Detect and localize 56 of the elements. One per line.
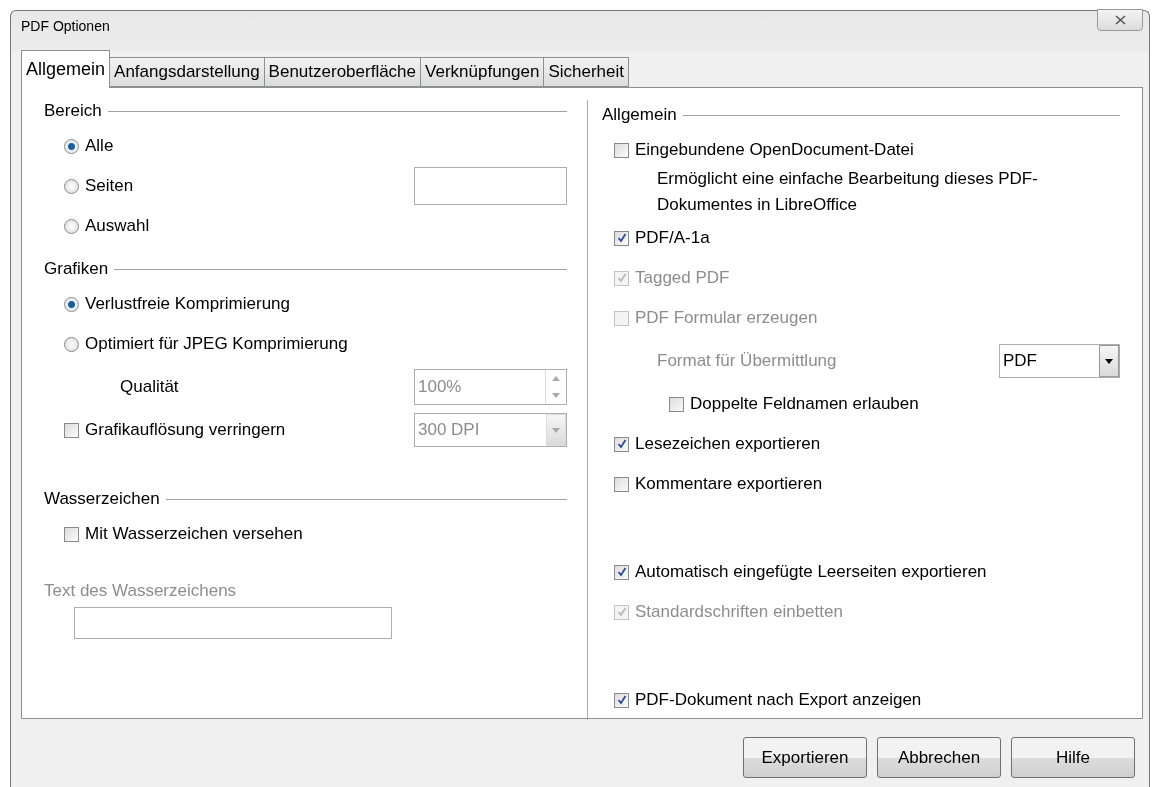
checkbox[interactable] <box>614 564 629 580</box>
checkbox[interactable] <box>614 476 629 492</box>
section-heading: Grafiken <box>44 259 109 279</box>
checkbox-label: Doppelte Feldnamen erlauben <box>690 394 919 414</box>
spin-down-icon <box>552 393 560 398</box>
window-title: PDF Optionen <box>21 18 110 34</box>
dialog-button[interactable]: Exportieren <box>743 737 867 778</box>
radio-label: Auswahl <box>85 216 150 236</box>
checkbox-label: Eingebundene OpenDocument-Datei <box>635 140 914 160</box>
field-label: Text des Wasserzeichens <box>44 581 237 601</box>
tab[interactable]: Anfangsdarstellung <box>109 57 265 87</box>
checkbox[interactable] <box>614 692 629 708</box>
dropdown-arrow-icon <box>552 427 560 433</box>
checkbox[interactable] <box>669 396 684 412</box>
spin-up-icon <box>552 376 560 381</box>
dropdown-arrow-icon <box>1105 358 1113 364</box>
description-text: Ermöglicht eine einfache Bearbeitung dieses PDF-Dokumentes in LibreOffice <box>656 168 1039 216</box>
watermark-text-field[interactable] <box>74 607 392 639</box>
checkbox-label: PDF/A-1a <box>635 228 710 248</box>
tab[interactable]: Verknüpfungen <box>420 57 545 87</box>
radio-label: Seiten <box>85 176 134 196</box>
radio-button[interactable] <box>64 336 79 352</box>
format-label: Format für Übermittlung <box>657 351 837 371</box>
checkbox-label: Mit Wasserzeichen versehen <box>85 524 303 544</box>
close-icon <box>1114 15 1126 25</box>
radio-label: Optimiert für JPEG Komprimierung <box>85 334 348 354</box>
checkbox[interactable] <box>64 422 79 438</box>
radio-button[interactable] <box>64 218 79 234</box>
checkbox-label: Standardschriften einbetten <box>635 602 843 622</box>
dialog-button[interactable]: Abbrechen <box>877 737 1001 778</box>
checkbox-label: PDF Formular erzeugen <box>635 308 818 328</box>
checkbox-label: Lesezeichen exportieren <box>635 434 821 454</box>
checkbox-label: PDF-Dokument nach Export anzeigen <box>635 690 922 710</box>
checkbox-label: Tagged PDF <box>635 268 730 288</box>
checkbox[interactable] <box>614 142 629 158</box>
quality-label: Qualität <box>119 377 179 397</box>
close-button[interactable] <box>1097 9 1143 31</box>
radio-button[interactable] <box>64 178 79 194</box>
tab[interactable]: Sicherheit <box>543 57 630 87</box>
radio-button[interactable] <box>64 296 79 312</box>
pages-field[interactable] <box>414 167 567 205</box>
radio-label: Alle <box>85 136 114 156</box>
tab[interactable]: Allgemein <box>21 50 111 88</box>
section-heading: Bereich <box>44 101 102 121</box>
checkbox[interactable] <box>614 436 629 452</box>
radio-button[interactable] <box>64 138 79 154</box>
checkbox-label: Automatisch eingefügte Leerseiten exportieren <box>635 562 987 582</box>
section-heading: Wasserzeichen <box>44 489 160 509</box>
dialog-button[interactable]: Hilfe <box>1011 737 1135 778</box>
tab[interactable]: Benutzeroberfläche <box>263 57 422 87</box>
checkbox[interactable] <box>614 230 629 246</box>
radio-label: Verlustfreie Komprimierung <box>85 294 291 314</box>
checkbox-label: Grafikauflösung verringern <box>85 420 286 440</box>
checkbox[interactable] <box>64 526 79 542</box>
section-heading: Allgemein <box>602 105 677 125</box>
checkbox-label: Kommentare exportieren <box>635 474 823 494</box>
